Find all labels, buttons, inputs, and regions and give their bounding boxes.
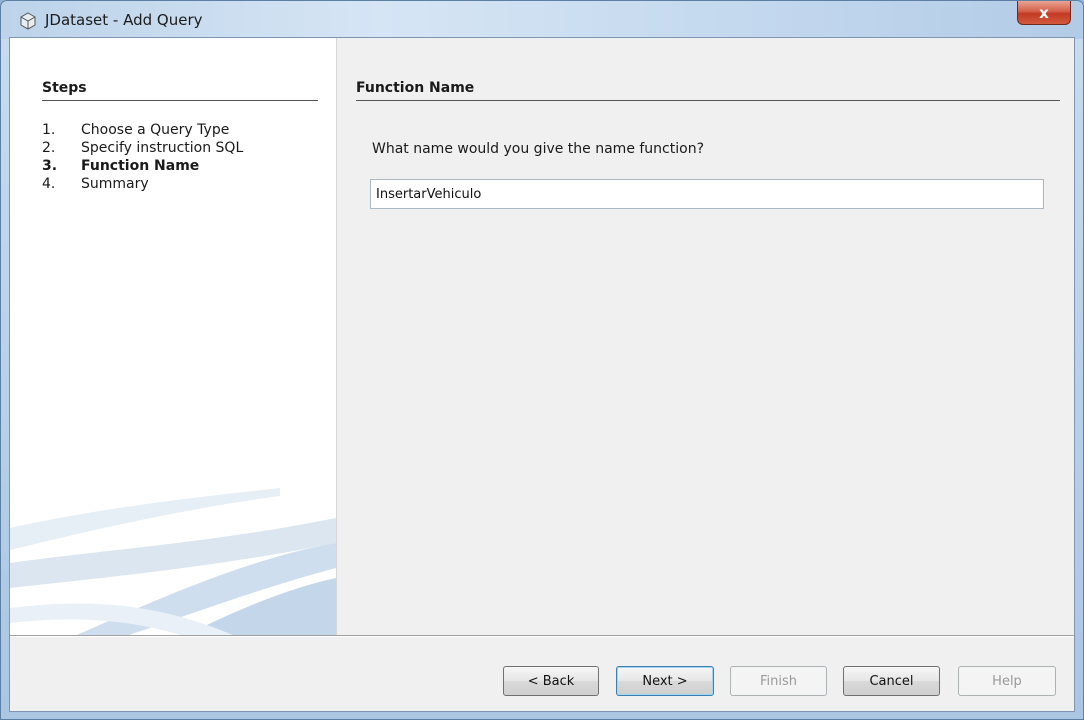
footer-separator-highlight	[10, 636, 1074, 637]
cancel-button[interactable]: Cancel	[843, 666, 940, 696]
step-item: 4. Summary	[42, 175, 243, 193]
finish-button[interactable]: Finish	[730, 666, 827, 696]
close-icon: x	[1039, 3, 1049, 22]
steps-divider	[42, 100, 318, 101]
wizard-body: Steps 1. Choose a Query Type 2. Specify …	[9, 37, 1075, 712]
step-label: Function Name	[81, 158, 200, 174]
dialog-window: JDataset - Add Query x Steps 1. Choose a…	[0, 0, 1084, 720]
step-label: Summary	[81, 176, 149, 192]
pane-divider	[336, 38, 337, 635]
step-item: 2. Specify instruction SQL	[42, 139, 243, 157]
steps-title: Steps	[42, 80, 87, 96]
function-name-input[interactable]	[370, 179, 1044, 209]
step-label: Choose a Query Type	[81, 122, 230, 138]
step-item: 1. Choose a Query Type	[42, 121, 243, 139]
help-button[interactable]: Help	[958, 666, 1056, 696]
step-number: 2.	[42, 140, 56, 156]
panel-title: Function Name	[356, 80, 475, 96]
cube-icon	[19, 12, 37, 30]
step-number: 1.	[42, 122, 56, 138]
window-title: JDataset - Add Query	[45, 11, 203, 29]
next-button[interactable]: Next >	[616, 666, 714, 696]
panel-divider	[356, 100, 1060, 101]
decorative-swoosh	[10, 488, 336, 635]
function-name-prompt: What name would you give the name functi…	[372, 141, 705, 157]
step-number: 4.	[42, 176, 56, 192]
step-label: Specify instruction SQL	[81, 140, 244, 156]
steps-list: 1. Choose a Query Type 2. Specify instru…	[42, 121, 243, 193]
step-number: 3.	[42, 158, 58, 174]
steps-pane: Steps 1. Choose a Query Type 2. Specify …	[10, 38, 336, 635]
step-item-current: 3. Function Name	[42, 157, 243, 175]
title-bar[interactable]: JDataset - Add Query x	[1, 1, 1083, 39]
back-button[interactable]: < Back	[503, 666, 599, 696]
close-button[interactable]: x	[1017, 1, 1071, 25]
